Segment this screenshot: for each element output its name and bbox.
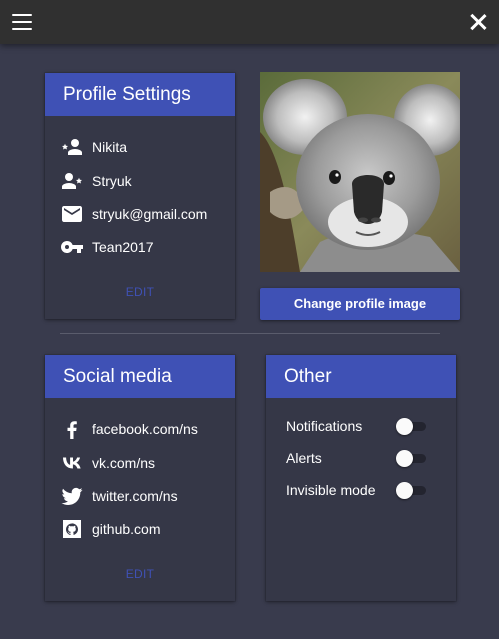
close-icon[interactable] [469, 13, 487, 31]
top-bar [0, 0, 499, 44]
section-divider [60, 333, 440, 334]
github-icon [63, 520, 81, 538]
profile-settings-card: Profile Settings Nikita Stryuk stryuk@gm… [45, 73, 235, 319]
notifications-toggle-row: Notifications [286, 416, 436, 436]
invisible-mode-toggle[interactable] [396, 482, 426, 499]
facebook-value: facebook.com/ns [92, 421, 198, 437]
alerts-toggle-row: Alerts [286, 448, 436, 468]
other-card: Other Notifications Alerts Invisible mod… [266, 355, 456, 601]
vk-value: vk.com/ns [92, 455, 156, 471]
invisible-mode-label: Invisible mode [286, 482, 376, 498]
alerts-toggle[interactable] [396, 450, 426, 467]
twitter-value: twitter.com/ns [92, 488, 178, 504]
social-media-card: Social media facebook.com/ns vk.com/ns t… [45, 355, 235, 601]
email-value: stryuk@gmail.com [92, 206, 208, 222]
notifications-toggle[interactable] [396, 418, 426, 435]
last-name-row: Stryuk [60, 169, 132, 193]
profile-edit-link[interactable]: EDIT [45, 285, 235, 299]
notifications-label: Notifications [286, 418, 363, 434]
profile-settings-title: Profile Settings [45, 73, 235, 116]
profile-image [260, 72, 460, 272]
person-star-icon [62, 139, 82, 155]
first-name-value: Nikita [92, 139, 128, 155]
password-row: Tean2017 [60, 235, 154, 259]
social-edit-link[interactable]: EDIT [45, 567, 235, 581]
twitter-row: twitter.com/ns [60, 484, 178, 508]
hamburger-menu-icon[interactable] [12, 14, 32, 30]
key-icon [60, 241, 83, 253]
vk-row: vk.com/ns [60, 451, 155, 475]
github-value: github.com [92, 521, 161, 537]
twitter-icon [61, 487, 83, 505]
password-value: Tean2017 [92, 239, 154, 255]
first-name-row: Nikita [60, 135, 127, 159]
email-icon [62, 206, 82, 222]
alerts-label: Alerts [286, 450, 322, 466]
invisible-mode-toggle-row: Invisible mode [286, 480, 436, 500]
change-profile-image-button[interactable]: Change profile image [260, 288, 460, 320]
github-row: github.com [60, 517, 160, 541]
person-star-icon [62, 173, 82, 189]
last-name-value: Stryuk [92, 173, 132, 189]
other-title: Other [266, 355, 456, 398]
social-media-title: Social media [45, 355, 235, 398]
facebook-icon [67, 421, 77, 439]
facebook-row: facebook.com/ns [60, 417, 198, 441]
vk-icon [63, 457, 81, 469]
email-row: stryuk@gmail.com [60, 202, 207, 226]
